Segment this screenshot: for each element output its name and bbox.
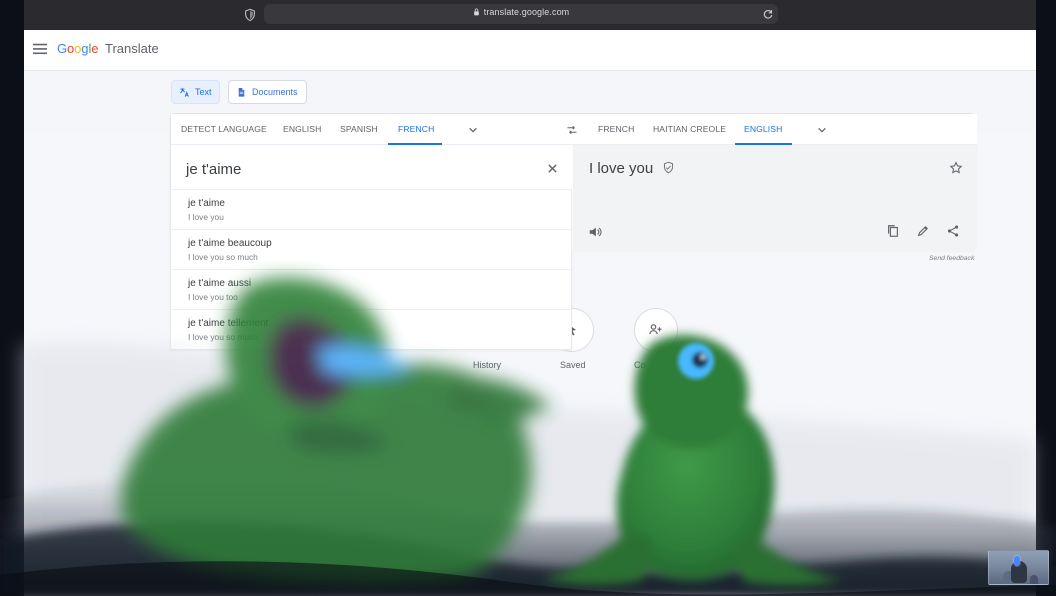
translate-icon (180, 87, 189, 97)
source-language-french[interactable]: FRENCH (398, 124, 434, 134)
video-thumbnail[interactable] (988, 550, 1049, 585)
suggestion-translation: I love you so much (188, 332, 258, 342)
text-mode-label: Text (195, 87, 212, 97)
suggestion-source: je t'aime beaucoup (188, 238, 272, 249)
chevron-down-icon[interactable] (817, 125, 827, 135)
reload-icon[interactable] (762, 8, 774, 20)
suggestions-dropdown: je t'aime I love you je t'aime beaucoup … (170, 189, 572, 350)
suggestion-translation: I love you so much (188, 252, 258, 262)
target-language-french[interactable]: FRENCH (598, 124, 634, 134)
star-icon[interactable] (949, 161, 963, 175)
app-header: Google Translate (24, 30, 1036, 71)
swap-icon[interactable] (566, 124, 578, 136)
history-shortcut-label[interactable]: History (473, 360, 501, 370)
suggestion-item[interactable]: je t'aime I love you (171, 189, 571, 229)
documents-mode-tab[interactable]: Documents (228, 80, 307, 104)
source-language-english[interactable]: ENGLISH (283, 124, 321, 134)
browser-top-bar: translate.google.com (24, 0, 1036, 30)
brand-product: Translate (105, 41, 159, 56)
suggestion-item[interactable]: je t'aime beaucoup I love you so much (171, 229, 571, 269)
url-text: translate.google.com (264, 7, 778, 17)
source-text-input[interactable]: je t'aime (186, 161, 241, 178)
target-language-english[interactable]: ENGLISH (744, 124, 782, 134)
speaker-icon[interactable] (588, 225, 602, 239)
share-icon[interactable] (946, 224, 960, 238)
suggestion-item[interactable]: je t'aime tellement I love you so much (171, 309, 571, 349)
lock-icon (473, 8, 479, 16)
translated-text: I love you (589, 160, 654, 177)
brand-letter: e (91, 41, 99, 56)
target-pane: I love you (573, 145, 977, 251)
shield-icon (245, 8, 255, 22)
edit-icon[interactable] (916, 224, 930, 238)
language-row: DETECT LANGUAGE ENGLISH SPANISH FRENCH F… (171, 114, 977, 145)
chevron-down-icon[interactable] (468, 125, 478, 135)
send-feedback-link[interactable]: Send feedback (929, 255, 974, 262)
suggestion-source: je t'aime aussi (188, 278, 252, 289)
suggestion-source: je t'aime (188, 198, 225, 209)
close-icon[interactable] (547, 163, 558, 174)
brand: Google Translate (57, 42, 159, 55)
menu-icon[interactable] (33, 43, 47, 55)
target-language-haitian-creole[interactable]: HAITIAN CREOLE (653, 124, 726, 134)
suggestion-source: je t'aime tellement (188, 318, 269, 329)
verified-icon (664, 161, 674, 174)
source-language-detect[interactable]: DETECT LANGUAGE (181, 124, 267, 134)
translate-app: Google Translate Text Documents DETECT L… (24, 30, 1036, 596)
contribute-shortcut-button[interactable] (634, 308, 678, 352)
stage: translate.google.com Google Translate Te… (0, 0, 1056, 596)
address-bar[interactable]: translate.google.com (264, 4, 778, 24)
url-value: translate.google.com (483, 7, 570, 17)
saved-shortcut-label[interactable]: Saved (560, 360, 586, 370)
brand-word: Google (57, 41, 98, 56)
translation-output: I love you (589, 160, 675, 177)
text-mode-tab[interactable]: Text (171, 80, 220, 104)
suggestion-translation: I love you (188, 212, 224, 222)
document-icon (238, 87, 245, 97)
people-icon (649, 324, 662, 335)
suggestion-translation: I love you too (188, 292, 238, 302)
brand-letter: G (57, 41, 68, 56)
source-language-spanish[interactable]: SPANISH (340, 124, 378, 134)
contribute-shortcut-label[interactable]: Co (634, 360, 646, 370)
copy-icon[interactable] (886, 224, 900, 238)
documents-mode-label: Documents (252, 87, 298, 97)
suggestion-item[interactable]: je t'aime aussi I love you too (171, 269, 571, 309)
